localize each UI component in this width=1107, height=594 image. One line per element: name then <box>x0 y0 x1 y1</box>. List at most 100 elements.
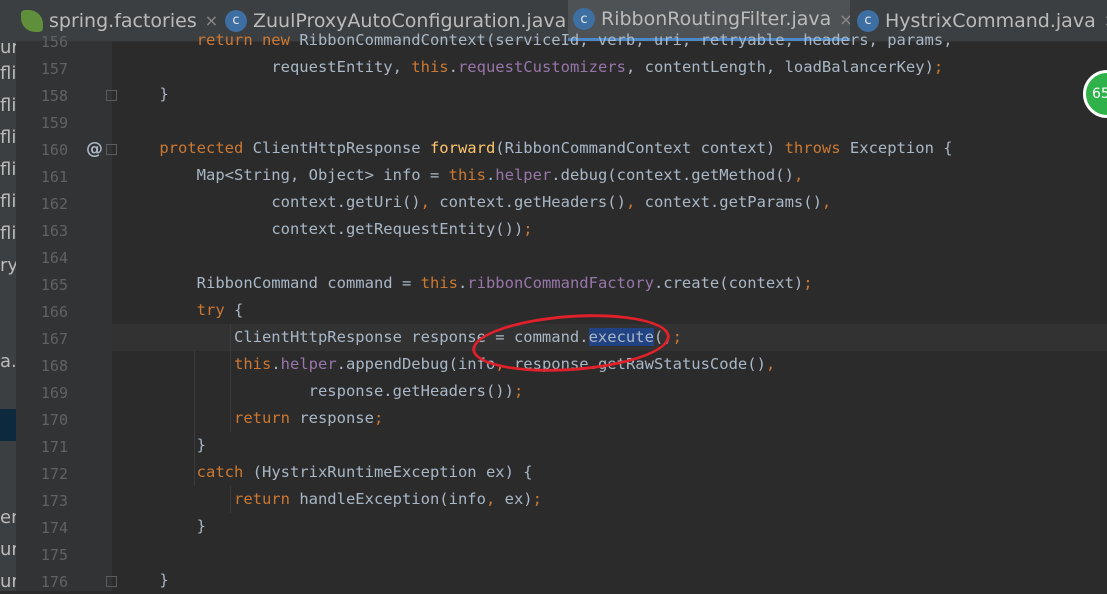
tree-item-fragment[interactable]: ur <box>0 41 16 58</box>
code-token: requestCustomizers <box>457 58 626 76</box>
line-number: 162 <box>40 195 68 213</box>
code-token: , <box>793 166 804 184</box>
code-token: context.getRequestEntity()) <box>271 220 524 238</box>
line-number: 157 <box>40 60 68 78</box>
code-token: this <box>233 355 272 373</box>
leaf-icon <box>21 9 43 32</box>
code-token: throws <box>784 139 850 157</box>
code-token: (HystrixRuntimeException ex) { <box>252 463 533 481</box>
code-token: ; <box>672 328 682 346</box>
code-token: context.getUri() <box>271 193 421 211</box>
code-token: try <box>196 301 234 319</box>
code-token: this <box>411 58 449 76</box>
code-line[interactable]: Map<String, Object> info = this.helper.d… <box>122 162 804 189</box>
tree-item-fragment[interactable]: fli <box>0 191 16 212</box>
code-line[interactable]: return handleException(info, ex); <box>122 486 542 513</box>
code-line[interactable]: } <box>122 81 168 108</box>
code-token: , <box>420 193 440 211</box>
code-token: RibbonCommand command = <box>196 274 421 292</box>
tree-item-fragment[interactable]: ry <box>0 255 16 276</box>
line-number: 159 <box>40 114 68 132</box>
line-number: 176 <box>40 573 68 591</box>
code-token: ; <box>513 382 524 400</box>
line-number: 156 <box>40 33 68 51</box>
code-line[interactable]: response.getHeaders()); <box>122 378 524 405</box>
code-token: context.getHeaders() <box>439 193 626 211</box>
code-line[interactable]: return response; <box>122 405 383 432</box>
line-number: 171 <box>40 438 68 456</box>
code-token: response.getHeaders()) <box>308 382 514 400</box>
tree-item-fragment[interactable]: fli <box>0 159 16 180</box>
code-line[interactable]: } <box>122 567 168 594</box>
code-token: ; <box>373 409 384 427</box>
code-line[interactable]: context.getRequestEntity()); <box>122 216 532 243</box>
close-icon[interactable]: × <box>839 10 850 29</box>
line-number-gutter: 156 157 158 159 160 161 162 163 164 165 166 167 168 1… <box>16 33 117 591</box>
line-number: 174 <box>40 519 68 537</box>
code-token: .appendDebug(info <box>336 355 496 373</box>
code-line[interactable]: requestEntity, this.requestCustomizers, … <box>122 54 943 81</box>
code-token: } <box>196 517 206 535</box>
code-token: , <box>765 355 776 373</box>
line-number: 164 <box>40 249 68 267</box>
code-line[interactable]: catch (HystrixRuntimeException ex) { <box>122 459 533 486</box>
project-tree-edge: ur fli fli fli fli fli fli ry a.j en ur ur <box>0 41 16 591</box>
tree-item-fragment[interactable]: fli <box>0 95 16 116</box>
code-line[interactable]: return new RibbonCommandContext(serviceI… <box>122 27 953 54</box>
code-token: . <box>448 58 458 76</box>
code-token: .create(context) <box>653 274 804 292</box>
code-token: ex) <box>504 490 533 508</box>
code-line[interactable]: this.helper.appendDebug(info, response.g… <box>122 351 775 378</box>
tree-item-fragment[interactable]: fli <box>0 63 16 84</box>
line-number: 167 <box>40 330 68 348</box>
line-number: 161 <box>40 168 68 186</box>
code-token: return <box>233 409 300 427</box>
code-token: helper <box>280 355 337 373</box>
code-token: ; <box>933 58 944 76</box>
tree-item-fragment[interactable]: a.j <box>0 351 16 372</box>
code-line[interactable]: RibbonCommand command = this.ribbonComma… <box>122 270 813 297</box>
tree-item-fragment[interactable]: ur <box>0 539 16 560</box>
code-token: ClientHttpResponse <box>252 139 430 157</box>
tree-item-fragment[interactable]: en <box>0 507 16 528</box>
line-number: 175 <box>40 546 68 564</box>
tree-item-fragment[interactable]: fli <box>0 127 16 148</box>
tree-item-fragment[interactable]: ur <box>0 571 16 591</box>
code-token: (RibbonCommandContext context) <box>495 139 785 157</box>
code-token: forward <box>429 139 496 157</box>
line-number: 160 <box>40 141 68 159</box>
line-number: 170 <box>40 411 68 429</box>
code-token: . <box>485 166 496 184</box>
line-number: 173 <box>40 492 68 510</box>
code-token: context.getParams() <box>644 193 822 211</box>
code-token: , <box>625 193 645 211</box>
line-number: 166 <box>40 303 68 321</box>
code-line[interactable]: context.getUri(), context.getHeaders(), … <box>122 189 831 216</box>
line-number: 163 <box>40 222 68 240</box>
code-token: ; <box>532 490 542 508</box>
code-line[interactable]: protected ClientHttpResponse forward(Rib… <box>122 135 952 162</box>
code-token: Map<String, Object> info = <box>196 166 449 184</box>
line-number: 158 <box>40 87 68 105</box>
code-token: response <box>299 409 374 427</box>
tree-item-fragment[interactable]: fli <box>0 223 16 244</box>
code-line[interactable]: } <box>122 513 206 540</box>
code-token: handleException(info <box>299 490 486 508</box>
code-line[interactable]: try { <box>122 297 244 324</box>
code-line[interactable]: } <box>122 432 206 459</box>
code-token: . <box>271 355 281 373</box>
code-token: { <box>233 301 244 319</box>
code-token: RibbonCommandContext(serviceId, verb, ur… <box>299 31 953 49</box>
override-marker-icon[interactable]: @ <box>86 139 103 159</box>
